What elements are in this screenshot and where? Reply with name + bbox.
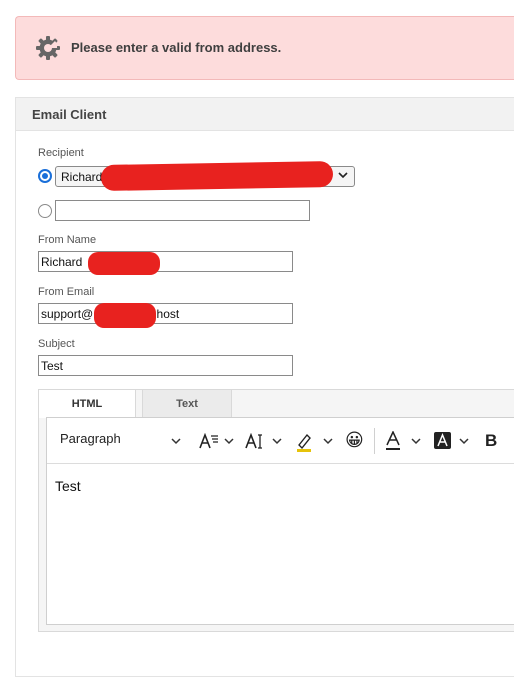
error-alert: Please enter a valid from address.: [15, 16, 514, 80]
from-email-input[interactable]: support@ .host: [38, 303, 293, 324]
chevron-down-icon: [323, 438, 333, 445]
subject-input[interactable]: Test: [38, 355, 293, 376]
font-color-icon[interactable]: [385, 431, 401, 451]
tab-html[interactable]: HTML: [38, 389, 136, 418]
recipient-select-value: Richard: [61, 170, 103, 184]
from-email-label: From Email: [38, 286, 95, 298]
recipient-radio-custom[interactable]: [38, 204, 52, 218]
chevron-down-icon: [272, 438, 282, 445]
emoji-icon[interactable]: 😀: [345, 430, 364, 450]
recipient-label: Recipient: [38, 147, 84, 159]
from-name-label: From Name: [38, 234, 97, 246]
bold-button[interactable]: B: [485, 431, 497, 451]
editor-container: HTML Text Paragraph 😀 B Test: [38, 389, 514, 632]
chevron-down-icon: [224, 438, 234, 445]
chevron-down-icon: [411, 438, 421, 445]
font-size-icon[interactable]: [199, 433, 219, 450]
gear-icon: [36, 36, 60, 60]
chevron-down-icon: [459, 438, 469, 445]
highlight-icon[interactable]: [295, 432, 315, 452]
redaction-mark: [100, 160, 334, 192]
from-name-input[interactable]: Richard: [38, 251, 293, 272]
chevron-down-icon: [171, 438, 181, 445]
background-color-icon[interactable]: [434, 432, 451, 449]
subject-label: Subject: [38, 338, 75, 350]
alert-message: Please enter a valid from address.: [71, 40, 282, 55]
redaction-mark: [88, 252, 160, 275]
panel-title: Email Client: [16, 98, 514, 131]
tab-text[interactable]: Text: [142, 389, 232, 417]
editor-toolbar: Paragraph 😀 B: [47, 418, 514, 464]
chevron-down-icon: [338, 172, 348, 179]
recipient-radio-select[interactable]: [38, 169, 52, 183]
recipient-custom-input[interactable]: [55, 200, 310, 221]
from-email-prefix: support@: [41, 307, 94, 321]
rich-text-editor: Paragraph 😀 B Test: [46, 417, 514, 625]
redaction-mark: [94, 303, 156, 328]
toolbar-divider: [374, 428, 375, 454]
block-format-value: Paragraph: [60, 431, 121, 446]
editor-content[interactable]: Test: [47, 464, 514, 494]
from-email-suffix: .host: [153, 307, 180, 321]
from-name-value: Richard: [41, 255, 83, 269]
email-client-panel: Email Client Recipient Richard From Name…: [15, 97, 514, 677]
block-format-dropdown[interactable]: Paragraph: [60, 431, 121, 451]
font-family-icon[interactable]: [245, 433, 265, 450]
